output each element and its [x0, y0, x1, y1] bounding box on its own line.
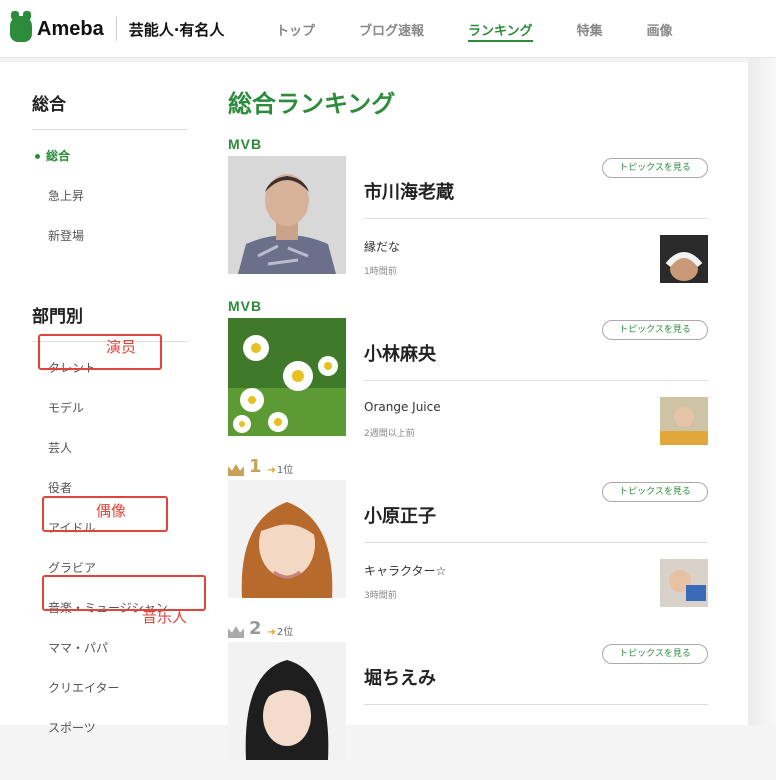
rank-label: 1 ➜1位	[228, 456, 708, 478]
page-title: 総合ランキング	[228, 90, 396, 118]
sidebar-item-rising[interactable]: 急上昇	[32, 176, 188, 216]
celebrity-name[interactable]: 小林麻央	[364, 340, 436, 366]
mvb-badge: MVB	[228, 298, 263, 314]
celebrity-name[interactable]: 小原正子	[364, 502, 436, 528]
celebrity-photo[interactable]	[228, 156, 346, 274]
rank-change: ➜1位	[267, 465, 294, 476]
crown-gold-icon	[228, 464, 244, 476]
blog-entry-time: 2週間以上前	[364, 429, 415, 439]
overall-list: 総合 急上昇 新登場	[32, 130, 188, 256]
ranking-item: MVB 小林麻央 トピックスを見る Orange Juice 2週間以上前	[228, 294, 708, 456]
ameba-logo[interactable]: Ameba 芸能人·有名人	[10, 11, 225, 42]
logo-divider	[115, 17, 117, 41]
rank-change: ➜2位	[267, 627, 294, 638]
ranking-main: 総合ランキング MVB 市川海老蔵 トピックスを見る 縁だな 1時間前 MVB …	[228, 62, 708, 780]
blog-entry-time: 3時間前	[364, 591, 397, 601]
celebrity-photo[interactable]	[228, 318, 346, 436]
site-header: Ameba 芸能人·有名人 トップ ブログ速報 ランキング 特集 画像	[0, 0, 776, 58]
divider	[364, 704, 708, 705]
rank-label: 2 ➜2位	[228, 618, 708, 640]
celebrity-name[interactable]: 堀ちえみ	[364, 664, 436, 690]
nav-blog-news[interactable]: ブログ速報	[359, 0, 424, 58]
view-topics-button[interactable]: トピックスを見る	[602, 320, 708, 340]
logo-text: Ameba	[37, 17, 104, 40]
rank-label: MVB	[228, 294, 708, 316]
crown-silver-icon	[228, 626, 244, 638]
sidebar-item-model[interactable]: モデル	[32, 388, 188, 428]
arrow-right-icon: ➜	[267, 627, 276, 638]
nav-ranking[interactable]: ランキング	[468, 0, 533, 58]
blog-entry-time: 1時間前	[364, 267, 397, 277]
view-topics-button[interactable]: トピックスを見る	[602, 482, 708, 502]
sidebar-item-comedian[interactable]: 芸人	[32, 428, 188, 468]
page-gutter	[748, 58, 776, 725]
sidebar-item-parents[interactable]: ママ・パパ	[32, 628, 188, 668]
divider	[364, 380, 708, 381]
rank-number: 1	[249, 456, 262, 477]
divider	[364, 542, 708, 543]
main-nav: トップ ブログ速報 ランキング 特集 画像	[276, 0, 717, 58]
celebrity-photo[interactable]	[228, 480, 346, 598]
sidebar-item-creator[interactable]: クリエイター	[32, 668, 188, 708]
sidebar-item-sports[interactable]: スポーツ	[32, 708, 188, 748]
category-title: 芸能人·有名人	[128, 20, 225, 39]
divider	[364, 218, 708, 219]
sidebar-heading-overall: 総合	[32, 62, 188, 130]
sidebar-heading-division: 部門別	[32, 278, 188, 342]
rank-number: 2	[249, 618, 262, 639]
entry-thumbnail[interactable]	[660, 397, 708, 445]
annotation-box-talent	[38, 334, 162, 370]
entry-thumbnail[interactable]	[660, 559, 708, 607]
blog-entry-title[interactable]: 縁だな	[364, 238, 400, 255]
division-list: タレント モデル 芸人 役者 アイドル グラビア 音楽・ミュージシャン ママ・パ…	[32, 342, 188, 748]
sidebar-item-overall[interactable]: 総合	[32, 136, 188, 176]
annotation-actor: 演员	[106, 338, 137, 356]
celebrity-name[interactable]: 市川海老蔵	[364, 178, 454, 204]
nav-features[interactable]: 特集	[577, 0, 603, 58]
blog-entry-title[interactable]: Orange Juice	[364, 400, 441, 414]
mvb-badge: MVB	[228, 136, 263, 152]
nav-images[interactable]: 画像	[647, 0, 673, 58]
nav-top[interactable]: トップ	[276, 0, 315, 58]
entry-thumbnail[interactable]	[660, 235, 708, 283]
arrow-right-icon: ➜	[267, 465, 276, 476]
ranking-item: MVB 市川海老蔵 トピックスを見る 縁だな 1時間前	[228, 132, 708, 294]
content-area: 総合 総合 急上昇 新登場 部門別 タレント モデル 芸人 役者 アイドル グラ…	[0, 62, 748, 760]
ranking-item: 1 ➜1位 小原正子 トピックスを見る キャラクター☆ 3時間前	[228, 456, 708, 618]
view-topics-button[interactable]: トピックスを見る	[602, 158, 708, 178]
celebrity-photo[interactable]	[228, 642, 346, 760]
rank-label: MVB	[228, 132, 708, 154]
annotation-idol: 偶像	[96, 502, 127, 520]
annotation-musician: 音乐人	[142, 608, 188, 626]
ameba-mascot-icon	[10, 11, 32, 42]
ranking-item: 2 ➜2位 堀ちえみ トピックスを見る	[228, 618, 708, 780]
sidebar-item-new[interactable]: 新登場	[32, 216, 188, 256]
sidebar: 総合 総合 急上昇 新登場 部門別 タレント モデル 芸人 役者 アイドル グラ…	[32, 62, 188, 748]
view-topics-button[interactable]: トピックスを見る	[602, 644, 708, 664]
blog-entry-title[interactable]: キャラクター☆	[364, 562, 446, 579]
